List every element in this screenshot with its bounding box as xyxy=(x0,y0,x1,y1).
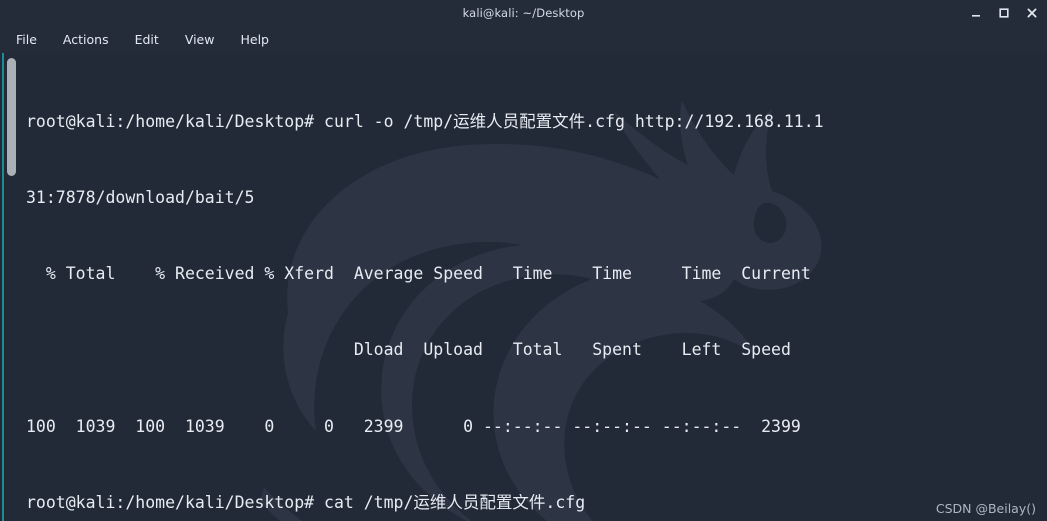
title-bar: kali@kali: ~/Desktop xyxy=(0,0,1047,26)
menu-item-actions[interactable]: Actions xyxy=(61,30,111,49)
terminal-body[interactable]: root@kali:/home/kali/Desktop# curl -o /t… xyxy=(0,53,1047,521)
terminal-line: % Total % Received % Xferd Average Speed… xyxy=(26,264,811,284)
terminal-screen[interactable]: root@kali:/home/kali/Desktop# curl -o /t… xyxy=(0,53,1047,521)
menu-item-help[interactable]: Help xyxy=(238,30,271,49)
scrollbar-thumb[interactable] xyxy=(7,58,16,176)
close-icon[interactable] xyxy=(1025,6,1039,20)
terminal-line: root@kali:/home/kali/Desktop# curl -o /t… xyxy=(26,111,824,131)
terminal-scrollbar[interactable] xyxy=(5,53,18,521)
minimize-icon[interactable] xyxy=(969,6,983,20)
terminal-window: kali@kali: ~/Desktop File Actions Edit V… xyxy=(0,0,1047,521)
menu-bar: File Actions Edit View Help xyxy=(0,26,1047,53)
menu-item-view[interactable]: View xyxy=(183,30,217,49)
csdn-watermark: CSDN @Beilay() xyxy=(935,501,1036,516)
menu-item-edit[interactable]: Edit xyxy=(133,30,161,49)
terminal-line: 100 1039 100 1039 0 0 2399 0 --:--:-- --… xyxy=(26,416,801,436)
window-controls xyxy=(969,0,1039,26)
maximize-icon[interactable] xyxy=(997,6,1011,20)
window-accent-line xyxy=(2,53,4,521)
menu-item-file[interactable]: File xyxy=(14,30,39,49)
terminal-line: 31:7878/download/bait/5 xyxy=(26,188,255,208)
terminal-line: root@kali:/home/kali/Desktop# cat /tmp/运… xyxy=(26,492,586,512)
terminal-line: Dload Upload Total Spent Left Speed xyxy=(26,340,791,360)
window-title: kali@kali: ~/Desktop xyxy=(462,6,585,20)
